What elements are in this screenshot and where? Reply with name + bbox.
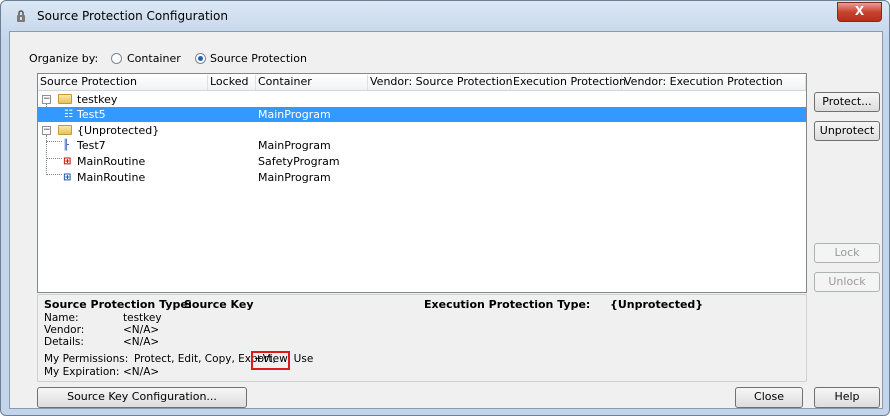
- lock-button[interactable]: Lock: [814, 243, 880, 263]
- row-container: SafetyProgram: [258, 155, 340, 168]
- details-label: Details:: [44, 336, 84, 348]
- row-name: MainRoutine: [77, 155, 146, 168]
- permissions-label: My Permissions:: [44, 353, 129, 365]
- unlock-button[interactable]: Unlock: [814, 272, 880, 292]
- name-value: testkey: [123, 312, 162, 324]
- row-name: testkey: [77, 93, 118, 106]
- folder-icon: [58, 94, 72, 104]
- name-label: Name:: [44, 312, 79, 324]
- column-header-locked[interactable]: Locked: [208, 75, 256, 90]
- window-close-button[interactable]: X: [837, 2, 882, 22]
- details-value: <N/A>: [123, 336, 160, 348]
- safety-routine-icon: ⊞: [63, 156, 72, 167]
- column-header-vendor-source-protection[interactable]: Vendor: Source Protection: [368, 75, 513, 90]
- collapse-icon[interactable]: −: [42, 95, 51, 104]
- source-protection-grid[interactable]: Source Protection Locked Container Vendo…: [37, 73, 807, 293]
- column-header-source-protection[interactable]: Source Protection: [38, 75, 208, 90]
- column-header-execution-protection[interactable]: Execution Protection: [511, 75, 626, 90]
- title-bar: Source Protection Configuration X: [1, 1, 889, 29]
- expiration-value: <N/A>: [123, 366, 160, 378]
- column-header-vendor-execution-protection[interactable]: Vendor: Execution Protection: [622, 75, 806, 90]
- permissions-use: , Use: [287, 353, 314, 365]
- protect-button[interactable]: Protect...: [814, 92, 880, 112]
- execution-protection-type-value: {Unprotected}: [610, 298, 704, 311]
- row-name: {Unprotected}: [77, 124, 160, 137]
- radio-source-protection[interactable]: [195, 53, 206, 64]
- close-button[interactable]: Close: [735, 387, 803, 408]
- row-name: Test5: [77, 108, 106, 121]
- radio-container[interactable]: [111, 53, 122, 64]
- folder-icon: [58, 125, 72, 135]
- tree-row[interactable]: ⊞ MainRoutine SafetyProgram: [38, 154, 806, 169]
- expiration-label: My Expiration:: [44, 366, 120, 378]
- row-name: Test7: [77, 139, 106, 152]
- radio-source-protection-label[interactable]: Source Protection: [210, 52, 307, 65]
- vendor-label: Vendor:: [44, 324, 85, 336]
- source-protection-type-value: Source Key: [184, 298, 254, 311]
- source-protection-type-label: Source Protection Type:: [44, 298, 193, 311]
- unprotect-button[interactable]: Unprotect: [814, 121, 880, 141]
- row-name: MainRoutine: [77, 171, 146, 184]
- tree-row[interactable]: ⊞ MainRoutine MainProgram: [38, 170, 806, 185]
- view-highlight-box: [251, 351, 290, 370]
- column-header-container[interactable]: Container: [256, 75, 368, 90]
- collapse-icon[interactable]: −: [42, 126, 51, 135]
- radio-container-label[interactable]: Container: [127, 52, 181, 65]
- row-container: MainProgram: [258, 108, 331, 121]
- help-button[interactable]: Help: [814, 387, 880, 408]
- source-key-configuration-button[interactable]: Source Key Configuration...: [37, 387, 247, 408]
- program-icon: ☷: [64, 109, 73, 120]
- tree-row-selected[interactable]: ☷ Test5 MainProgram: [38, 107, 806, 122]
- routine-icon: ⊞: [63, 172, 72, 183]
- execution-protection-type-label: Execution Protection Type:: [424, 298, 591, 311]
- window-title: Source Protection Configuration: [37, 9, 228, 23]
- organize-by-label: Organize by:: [29, 52, 99, 65]
- tree-row[interactable]: ╟ Test7 MainProgram: [38, 138, 806, 153]
- row-container: MainProgram: [258, 139, 331, 152]
- tree-row[interactable]: − testkey: [38, 92, 806, 107]
- vendor-value: <N/A>: [123, 324, 160, 336]
- grid-header: Source Protection Locked Container Vendo…: [38, 74, 806, 91]
- row-container: MainProgram: [258, 171, 331, 184]
- ladder-icon: ╟: [63, 140, 70, 151]
- tree-row[interactable]: − {Unprotected}: [38, 123, 806, 138]
- key-lock-icon: [17, 10, 25, 22]
